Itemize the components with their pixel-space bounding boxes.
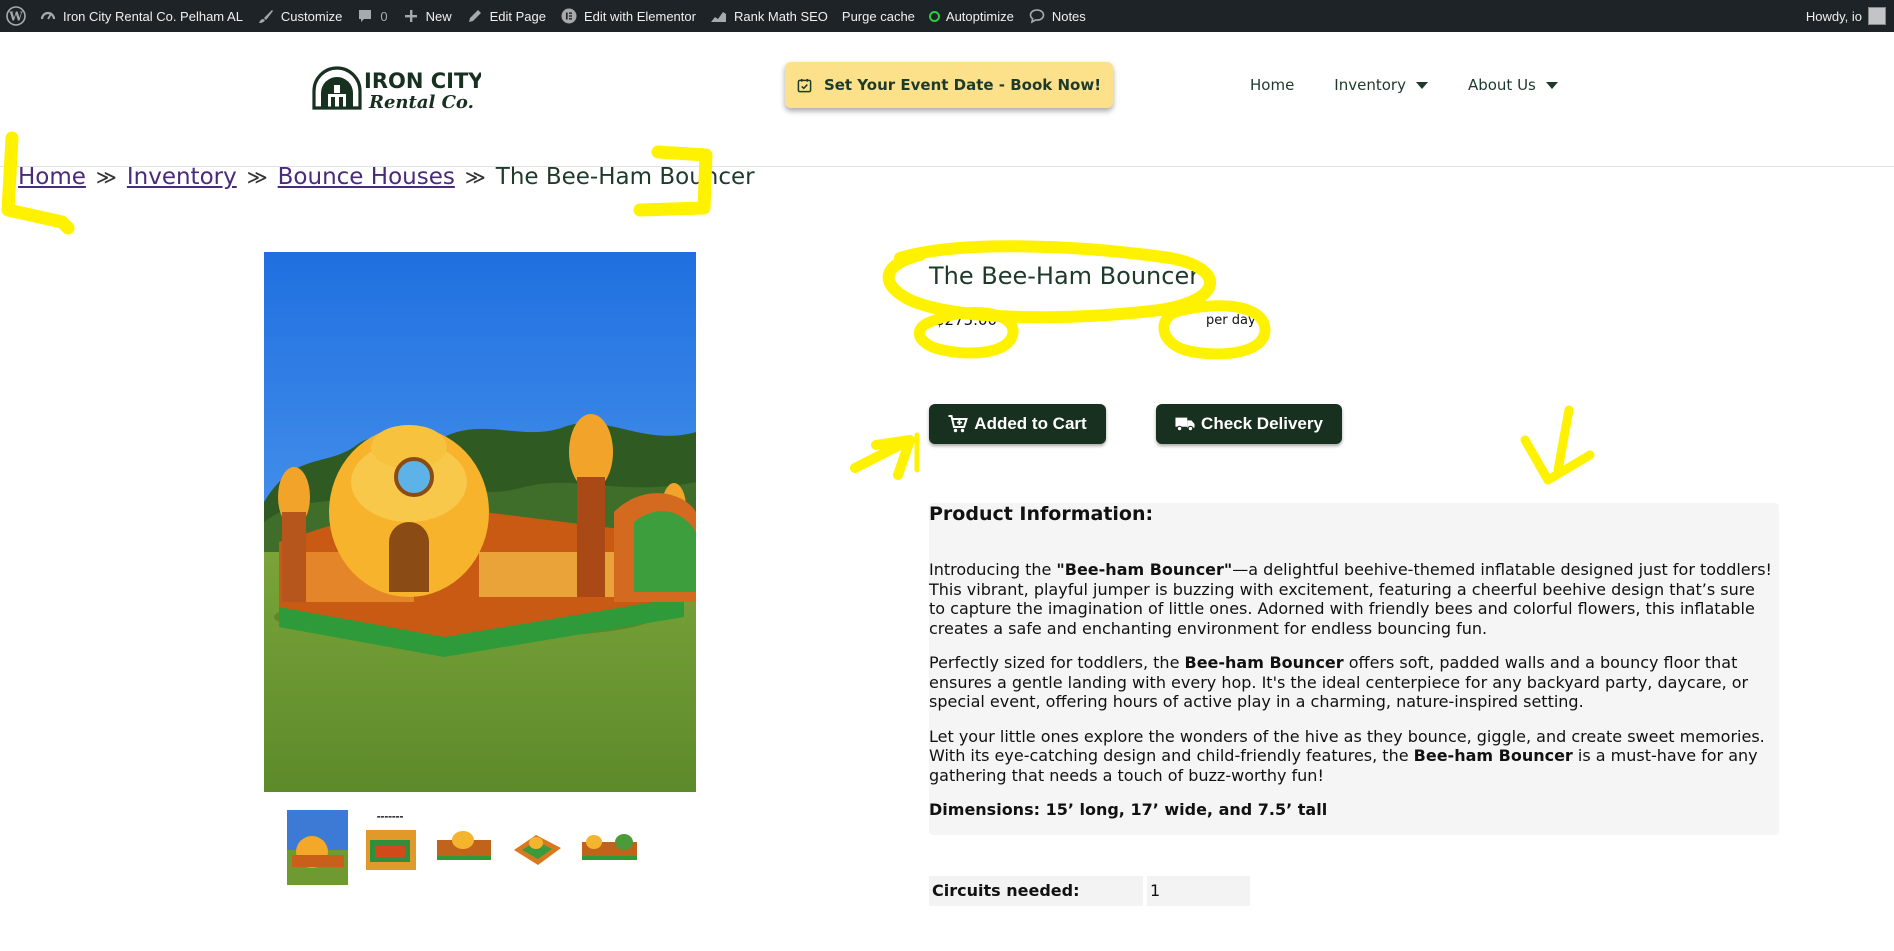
- admin-bar: W Iron City Rental Co. Pelham AL Customi…: [0, 0, 1894, 32]
- status-dot-icon: [928, 10, 940, 22]
- main-nav: Home Inventory About Us: [1250, 76, 1558, 94]
- annotation-arrow: [1520, 405, 1595, 485]
- thumbnail-3[interactable]: [433, 810, 494, 885]
- speech-bubble-icon: [1028, 7, 1046, 25]
- bold-text: "Bee-ham Bouncer": [1056, 560, 1233, 579]
- product-info-heading: Product Information:: [929, 503, 1154, 525]
- circuits-row: Circuits needed: 1: [929, 876, 1250, 906]
- new-link[interactable]: New: [395, 0, 459, 32]
- check-delivery-button[interactable]: Check Delivery: [1156, 404, 1342, 444]
- caret-down-icon: [1415, 81, 1428, 89]
- product-title: The Bee-Ham Bouncer: [929, 262, 1200, 290]
- thumbnail-gallery: ▬▬▬▬▬▬▬: [287, 810, 640, 885]
- thumbnail-4[interactable]: [506, 810, 567, 885]
- site-name-label: Iron City Rental Co. Pelham AL: [63, 8, 243, 24]
- breadcrumb-home[interactable]: Home: [18, 164, 86, 190]
- calendar-check-icon: [797, 78, 812, 92]
- comment-icon: [356, 7, 374, 25]
- breadcrumb-bounce-houses[interactable]: Bounce Houses: [278, 164, 455, 190]
- logo-line1: IRON CITY: [364, 69, 481, 93]
- added-to-cart-button[interactable]: Added to Cart: [929, 404, 1106, 444]
- elementor-label: Edit with Elementor: [583, 8, 696, 24]
- nav-inventory[interactable]: Inventory: [1334, 76, 1428, 94]
- comments-count: 0: [380, 8, 388, 24]
- svg-text:W: W: [8, 10, 23, 24]
- annotation-arrow: [850, 435, 915, 480]
- site-header: IRON CITY Rental Co. Set Your Event Date…: [0, 32, 1894, 167]
- plus-icon: [402, 7, 420, 25]
- double-chevron-icon: ≫: [246, 165, 268, 189]
- bold-text: Bee-ham Bouncer: [1413, 746, 1573, 765]
- nav-home[interactable]: Home: [1250, 76, 1294, 94]
- breadcrumb: Home ≫ Inventory ≫ Bounce Houses ≫ The B…: [18, 164, 755, 190]
- customize-label: Customize: [280, 8, 343, 24]
- circuits-label: Circuits needed:: [929, 876, 1143, 906]
- pencil-icon: [466, 7, 484, 25]
- product-main-image[interactable]: [264, 252, 696, 792]
- rank-math-label: Rank Math SEO: [733, 8, 828, 24]
- wordpress-logo-icon[interactable]: W: [0, 0, 32, 32]
- nav-about[interactable]: About Us: [1468, 76, 1558, 94]
- text-span: Introducing the: [929, 560, 1057, 579]
- notes-link[interactable]: Notes: [1021, 0, 1093, 32]
- rank-math-link[interactable]: Rank Math SEO: [703, 0, 835, 32]
- truck-icon: [1175, 417, 1195, 432]
- site-name-link[interactable]: Iron City Rental Co. Pelham AL: [32, 0, 250, 32]
- svg-text:▬▬▬▬▬▬▬: ▬▬▬▬▬▬▬: [377, 814, 404, 819]
- added-to-cart-label: Added to Cart: [974, 414, 1087, 433]
- description-paragraph: Introducing the "Bee-ham Bouncer"—a deli…: [929, 560, 1774, 638]
- elementor-link[interactable]: Edit with Elementor: [553, 0, 703, 32]
- site-logo[interactable]: IRON CITY Rental Co.: [311, 65, 484, 113]
- logo-line2: Rental Co.: [368, 92, 474, 113]
- thumbnail-2[interactable]: ▬▬▬▬▬▬▬: [360, 810, 421, 885]
- breadcrumb-current: The Bee-Ham Bouncer: [495, 164, 755, 190]
- customize-link[interactable]: Customize: [250, 0, 349, 32]
- nav-home-label: Home: [1250, 76, 1295, 94]
- double-chevron-icon: ≫: [95, 165, 117, 189]
- description-paragraph: Perfectly sized for toddlers, the Bee-ha…: [929, 653, 1774, 712]
- check-delivery-label: Check Delivery: [1201, 414, 1323, 433]
- double-chevron-icon: ≫: [464, 165, 486, 189]
- howdy-label: Howdy, io: [1805, 8, 1862, 24]
- autoptimize-link[interactable]: Autoptimize: [922, 0, 1021, 32]
- avatar: [1868, 7, 1886, 25]
- edit-page-link[interactable]: Edit Page: [459, 0, 553, 32]
- nav-about-label: About Us: [1467, 76, 1536, 94]
- book-now-label: Set Your Event Date - Book Now!: [823, 76, 1102, 94]
- comments-link[interactable]: 0: [349, 0, 394, 32]
- dimensions-text: Dimensions: 15’ long, 17’ wide, and 7.5’…: [929, 800, 1328, 819]
- circuits-value: 1: [1147, 876, 1250, 906]
- book-now-button[interactable]: Set Your Event Date - Book Now!: [785, 62, 1113, 108]
- cart-plus-icon: [948, 415, 969, 433]
- notes-label: Notes: [1051, 8, 1086, 24]
- description-paragraph: Let your little ones explore the wonders…: [929, 727, 1774, 786]
- rank-math-icon: [710, 7, 728, 25]
- autoptimize-label: Autoptimize: [945, 8, 1014, 24]
- text-span: Perfectly sized for toddlers, the: [929, 653, 1185, 672]
- purge-cache-link[interactable]: Purge cache: [835, 0, 922, 32]
- nav-inventory-label: Inventory: [1334, 76, 1406, 94]
- edit-page-label: Edit Page: [489, 8, 546, 24]
- new-label: New: [425, 8, 452, 24]
- product-description: Introducing the "Bee-ham Bouncer"—a deli…: [929, 560, 1774, 835]
- caret-down-icon: [1545, 81, 1558, 89]
- thumbnail-5[interactable]: [579, 810, 640, 885]
- dashboard-icon: [39, 7, 57, 25]
- purge-cache-label: Purge cache: [841, 8, 915, 24]
- product-information: Product Information: Introducing the "Be…: [929, 503, 1779, 835]
- breadcrumb-inventory[interactable]: Inventory: [127, 164, 237, 190]
- product-price: $275.00: [935, 311, 998, 329]
- elementor-icon: [560, 7, 578, 25]
- thumbnail-1[interactable]: [287, 810, 348, 885]
- account-menu[interactable]: Howdy, io: [1806, 0, 1894, 32]
- brush-icon: [257, 7, 275, 25]
- price-unit: per day: [1206, 313, 1256, 328]
- bold-text: Bee-ham Bouncer: [1184, 653, 1344, 672]
